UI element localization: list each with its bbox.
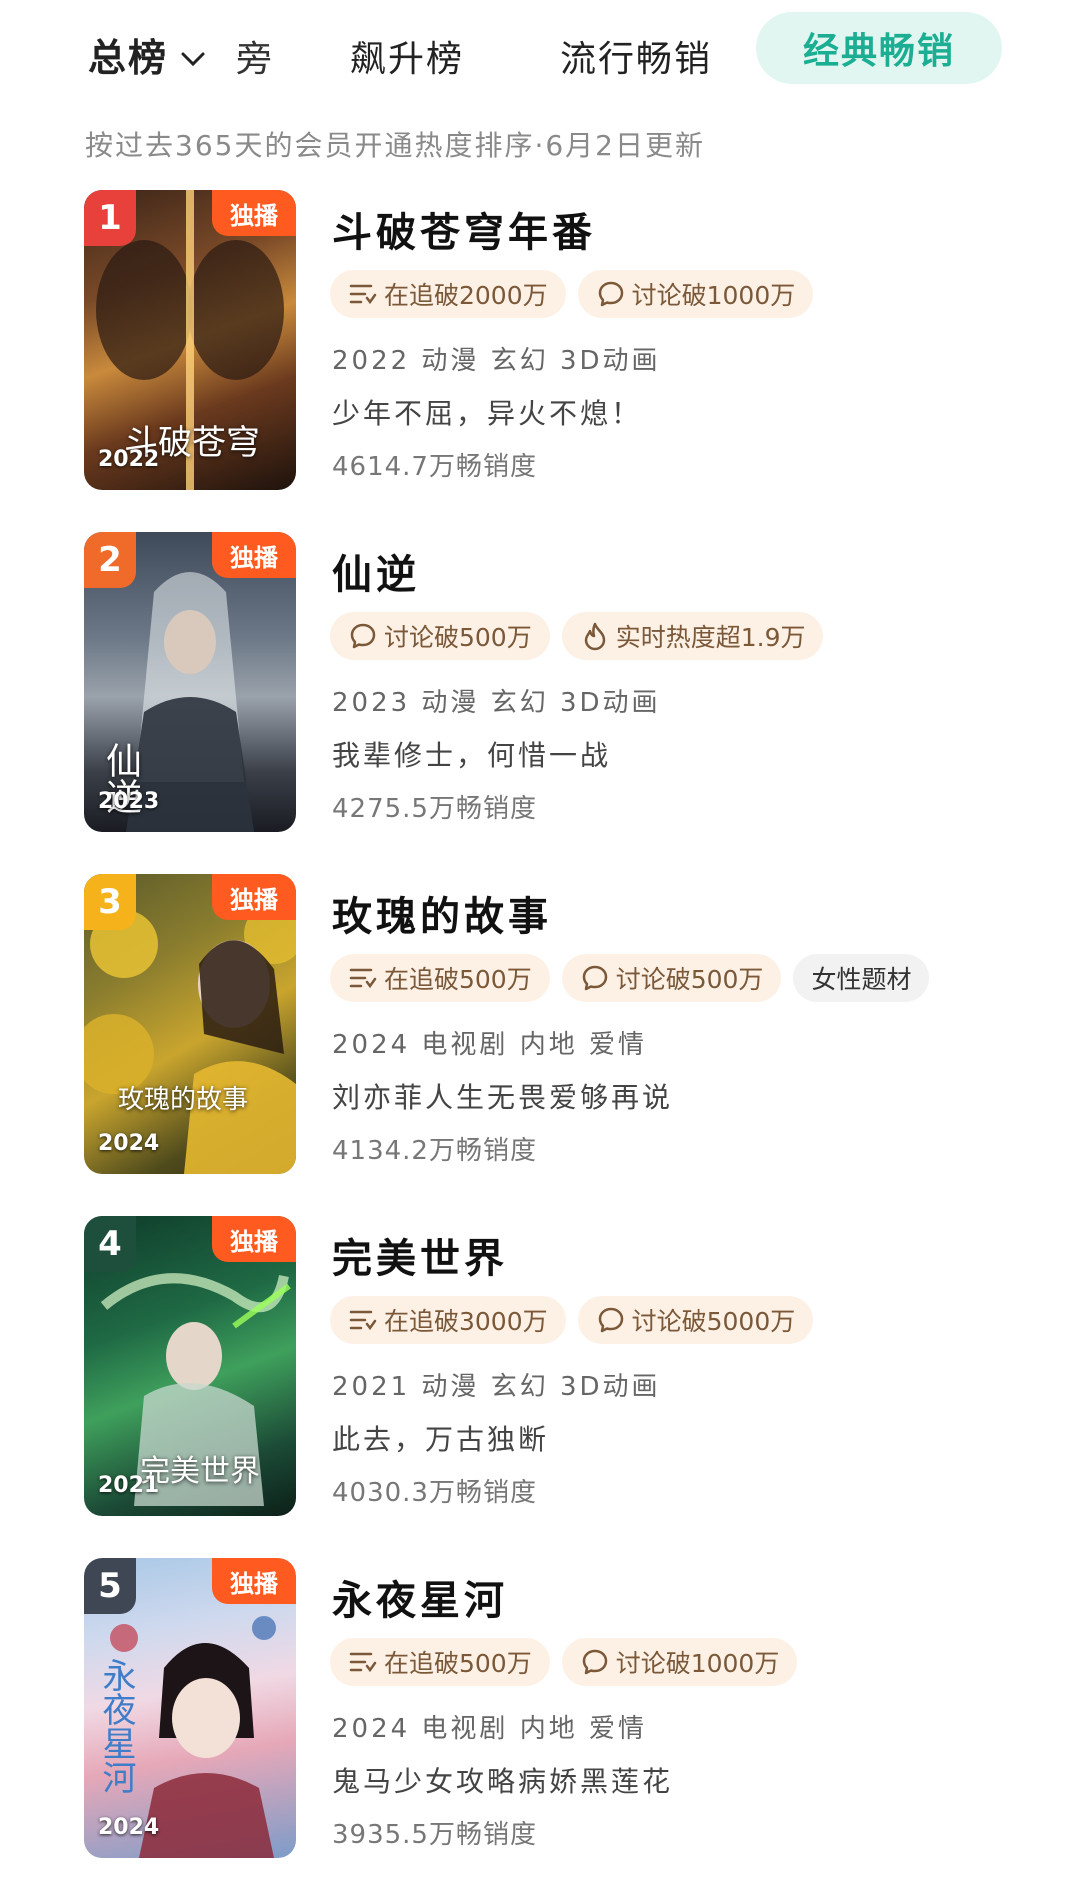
poster-year: 2024 (98, 1815, 160, 1840)
list-icon (348, 1647, 378, 1677)
show-title[interactable]: 玫瑰的故事 (332, 884, 552, 942)
tag-list: 在追破2000万 讨论破1000万 (330, 270, 814, 318)
rank-badge: 5 (84, 1558, 136, 1614)
exclusive-badge: 独播 (212, 1558, 296, 1604)
flame-icon (580, 621, 610, 651)
list-item[interactable]: 完美世界 4 独播 2021 完美世界 在追破3000万 讨论破5000万 20… (84, 1216, 1064, 1516)
list-item[interactable]: 仙逆 2 独播 2023 仙逆 讨论破500万 实时热度超1.9万 2023 动… (84, 532, 1064, 832)
show-meta: 2022 动漫 玄幻 3D动画 (332, 346, 661, 376)
list-item[interactable]: 永夜星河 5 独播 2024 永夜星河 在追破500万 讨论破1000万 202… (84, 1558, 1064, 1858)
tag-discussion: 讨论破1000万 (577, 270, 814, 318)
show-meta: 2024 电视剧 内地 爱情 (332, 1714, 647, 1744)
tag-genre: 女性题材 (793, 954, 930, 1002)
poster-image[interactable]: 永夜星河 5 独播 2024 (84, 1558, 296, 1858)
tag-heat: 实时热度超1.9万 (561, 612, 824, 660)
rank-badge: 1 (84, 190, 136, 246)
ranking-tabs: 总榜 旁 飙升榜 流行畅销 经典畅销 (0, 0, 1080, 100)
tag-list: 在追破500万 讨论破500万 女性题材 (330, 954, 930, 1002)
tag-discussion: 讨论破5000万 (577, 1296, 814, 1344)
poster-year: 2021 (98, 1473, 160, 1498)
rank-badge: 3 (84, 874, 136, 930)
show-slogan: 我辈修士，何惜一战 (332, 739, 612, 772)
ranking-description: 按过去365天的会员开通热度排序·6月2日更新 (85, 129, 705, 162)
show-slogan: 刘亦菲人生无畏爱够再说 (332, 1081, 674, 1114)
tag-following: 在追破500万 (330, 954, 550, 1002)
comment-icon (596, 279, 626, 309)
tab-rising[interactable]: 飙升榜 (350, 30, 464, 82)
chevron-down-icon (180, 33, 206, 77)
poster-year: 2023 (98, 789, 160, 814)
exclusive-badge: 独播 (212, 874, 296, 920)
list-icon (348, 963, 378, 993)
tag-list: 在追破500万 讨论破1000万 (330, 1638, 798, 1686)
sales-score: 4030.3万畅销度 (332, 1478, 537, 1508)
tag-list: 讨论破500万 实时热度超1.9万 (330, 612, 824, 660)
tag-list: 在追破3000万 讨论破5000万 (330, 1296, 814, 1344)
tag-discussion: 讨论破500万 (330, 612, 550, 660)
tag-discussion: 讨论破1000万 (561, 1638, 798, 1686)
poster-image[interactable]: 仙逆 2 独播 2023 (84, 532, 296, 832)
show-slogan: 鬼马少女攻略病娇黑莲花 (332, 1765, 674, 1798)
sales-score: 4134.2万畅销度 (332, 1136, 537, 1166)
exclusive-badge: 独播 (212, 532, 296, 578)
tab-popular[interactable]: 流行畅销 (560, 30, 712, 82)
show-title[interactable]: 斗破苍穹年番 (332, 200, 596, 258)
poster-image[interactable]: 斗破苍穹 1 独播 2022 (84, 190, 296, 490)
tag-following: 在追破3000万 (330, 1296, 566, 1344)
tab-total-label: 总榜 (88, 36, 169, 80)
tab-partial[interactable]: 旁 (236, 30, 274, 82)
sales-score: 4614.7万畅销度 (332, 452, 537, 482)
show-title[interactable]: 永夜星河 (332, 1568, 508, 1626)
rank-badge: 4 (84, 1216, 136, 1272)
poster-year: 2022 (98, 447, 160, 472)
exclusive-badge: 独播 (212, 190, 296, 236)
comment-icon (580, 1647, 610, 1677)
show-slogan: 此去，万古独断 (332, 1423, 550, 1456)
tab-classic[interactable]: 经典畅销 (756, 12, 1002, 84)
poster-title: 永夜星河 (96, 1658, 136, 1794)
poster-title: 玫瑰的故事 (118, 1085, 249, 1115)
list-item[interactable]: 斗破苍穹 1 独播 2022 斗破苍穹年番 在追破2000万 讨论破1000万 … (84, 190, 1064, 490)
tag-following: 在追破2000万 (330, 270, 566, 318)
rank-badge: 2 (84, 532, 136, 588)
sales-score: 3935.5万畅销度 (332, 1820, 537, 1850)
list-icon (348, 1305, 378, 1335)
sales-score: 4275.5万畅销度 (332, 794, 537, 824)
poster-image[interactable]: 完美世界 4 独播 2021 (84, 1216, 296, 1516)
show-meta: 2023 动漫 玄幻 3D动画 (332, 688, 661, 718)
show-slogan: 少年不屈，异火不熄！ (332, 397, 643, 430)
comment-icon (580, 963, 610, 993)
show-meta: 2024 电视剧 内地 爱情 (332, 1030, 647, 1060)
tag-following: 在追破500万 (330, 1638, 550, 1686)
comment-icon (348, 621, 378, 651)
show-meta: 2021 动漫 玄幻 3D动画 (332, 1372, 661, 1402)
show-title[interactable]: 仙逆 (332, 542, 420, 600)
poster-image[interactable]: 玫瑰的故事 3 独播 2024 (84, 874, 296, 1174)
list-icon (348, 279, 378, 309)
show-title[interactable]: 完美世界 (332, 1226, 508, 1284)
comment-icon (596, 1305, 626, 1335)
list-item[interactable]: 玫瑰的故事 3 独播 2024 玫瑰的故事 在追破500万 讨论破500万 女性… (84, 874, 1064, 1174)
tab-total-ranking[interactable]: 总榜 (88, 27, 206, 82)
poster-year: 2024 (98, 1131, 160, 1156)
exclusive-badge: 独播 (212, 1216, 296, 1262)
tag-discussion: 讨论破500万 (561, 954, 782, 1002)
